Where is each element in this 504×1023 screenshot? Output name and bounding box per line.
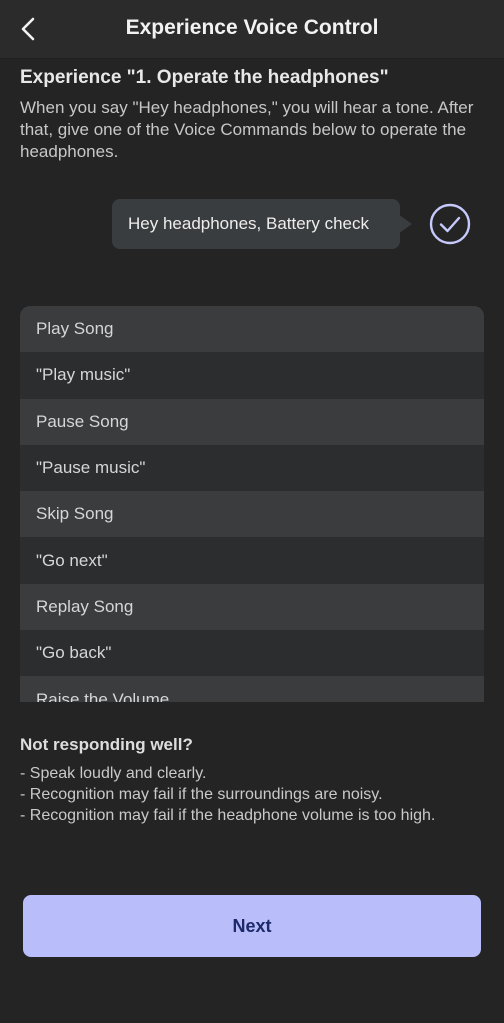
command-name-row: Pause Song bbox=[20, 398, 484, 445]
header-bar: Experience Voice Control bbox=[0, 0, 504, 59]
command-name-row: Replay Song bbox=[20, 583, 484, 631]
speech-bubble: Hey headphones, Battery check bbox=[112, 199, 400, 249]
section-title: Experience "1. Operate the headphones" bbox=[20, 67, 389, 88]
voice-control-screen: Experience Voice Control Experience "1. … bbox=[0, 0, 504, 1023]
tip-item: - Recognition may fail if the surroundin… bbox=[20, 786, 383, 803]
page-title: Experience Voice Control bbox=[125, 16, 379, 39]
tip-item: - Speak loudly and clearly. bbox=[20, 765, 207, 782]
check-circle-icon bbox=[429, 203, 471, 245]
command-phrase-row: "Go back" bbox=[20, 630, 484, 677]
command-phrase-row: "Play music" bbox=[20, 352, 484, 399]
tip-item: - Recognition may fail if the headphone … bbox=[20, 807, 436, 824]
voice-command-list[interactable]: Play Song "Play music" Pause Song "Pause… bbox=[20, 306, 484, 702]
command-name-row: Skip Song bbox=[20, 491, 484, 538]
command-name-row: Raise the Volume bbox=[20, 676, 484, 702]
next-button[interactable]: Next bbox=[23, 895, 481, 957]
tips-list: - Speak loudly and clearly. - Recognitio… bbox=[20, 763, 480, 826]
section-description: When you say "Hey headphones," you will … bbox=[20, 98, 474, 161]
command-phrase-row: "Pause music" bbox=[20, 444, 484, 492]
command-phrase-row: "Go next" bbox=[20, 537, 484, 584]
speech-bubble-tail bbox=[398, 214, 412, 234]
tips-title: Not responding well? bbox=[20, 735, 193, 754]
speech-bubble-text: Hey headphones, Battery check bbox=[128, 214, 369, 233]
command-name-row: Play Song bbox=[20, 306, 484, 353]
